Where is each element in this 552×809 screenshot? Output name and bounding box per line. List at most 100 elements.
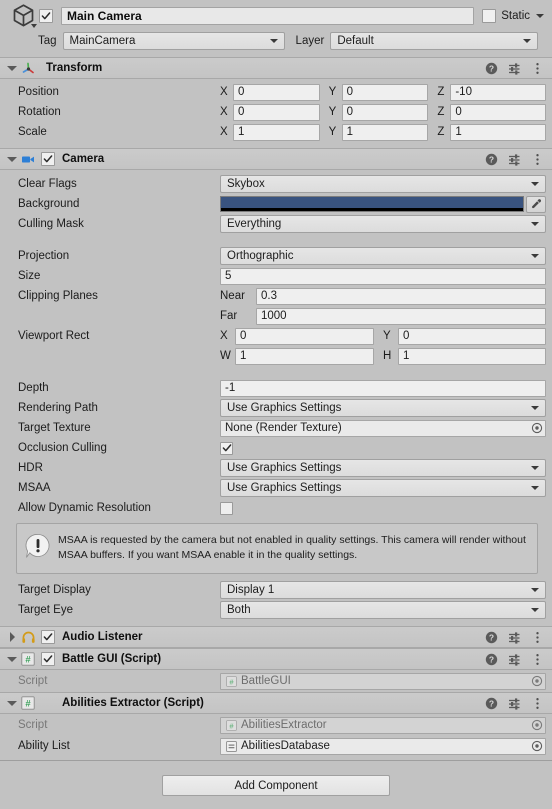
object-picker-icon[interactable] <box>530 422 543 435</box>
foldout-arrow-camera[interactable] <box>5 156 19 162</box>
size-input[interactable]: 5 <box>220 267 546 285</box>
rendering-path-dropdown[interactable]: Use Graphics Settings <box>220 399 546 417</box>
occlusion-culling-checkbox[interactable] <box>220 441 233 455</box>
abilities-script-object-field[interactable]: # AbilitiesExtractor <box>220 716 546 734</box>
projection-dropdown[interactable]: Orthographic <box>220 247 546 265</box>
scale-x-input[interactable]: 1 <box>233 123 320 141</box>
foldout-arrow-battle-gui[interactable] <box>5 656 19 662</box>
help-icon[interactable]: ? <box>484 61 498 75</box>
rotation-z-input[interactable]: 0 <box>450 103 547 121</box>
axis-z: Z <box>437 126 445 138</box>
battle-gui-script-object-field[interactable]: # BattleGUI <box>220 672 546 690</box>
rotation-y-input[interactable]: 0 <box>341 103 429 121</box>
preset-icon[interactable] <box>507 696 521 710</box>
help-icon[interactable]: ? <box>484 652 498 666</box>
gameobject-name-input[interactable]: Main Camera <box>61 6 475 25</box>
add-component-button[interactable]: Add Component <box>162 775 390 796</box>
preset-icon[interactable] <box>507 652 521 666</box>
static-checkbox[interactable] <box>482 8 497 23</box>
axis-y: Y <box>328 106 337 118</box>
row-target-display: Target Display Display 1 <box>0 580 546 600</box>
chevron-down-icon <box>531 406 539 410</box>
component-header-abilities-extractor[interactable]: # Abilities Extractor (Script) ? <box>0 692 552 714</box>
component-header-transform[interactable]: Transform ? <box>0 57 552 79</box>
foldout-arrow-abilities-extractor[interactable] <box>5 700 19 706</box>
help-icon[interactable]: ? <box>484 152 498 166</box>
clipping-far-input[interactable]: 1000 <box>256 307 546 325</box>
camera-enable-checkbox[interactable] <box>41 152 55 166</box>
background-color-swatch[interactable] <box>220 196 524 212</box>
layer-dropdown[interactable]: Default <box>330 31 539 50</box>
target-texture-object-field[interactable]: None (Render Texture) <box>220 419 546 437</box>
scale-z-input[interactable]: 1 <box>450 123 547 141</box>
axis-z: Z <box>437 106 445 118</box>
hdr-dropdown[interactable]: Use Graphics Settings <box>220 459 546 477</box>
clipping-near-input[interactable]: 0.3 <box>256 287 546 305</box>
battle-gui-script-value: BattleGUI <box>241 675 291 687</box>
viewport-x-input[interactable]: 0 <box>235 327 374 345</box>
position-z-input[interactable]: -10 <box>450 83 547 101</box>
label-far: Far <box>220 310 238 322</box>
position-x-input[interactable]: 0 <box>233 83 320 101</box>
audio-listener-enable-checkbox[interactable] <box>41 630 55 644</box>
ability-list-object-field[interactable]: AbilitiesDatabase <box>220 737 546 755</box>
target-eye-dropdown[interactable]: Both <box>220 601 546 619</box>
preset-icon[interactable] <box>507 630 521 644</box>
scale-z-value: 1 <box>455 126 462 138</box>
tag-dropdown[interactable]: MainCamera <box>62 31 285 50</box>
object-picker-icon[interactable] <box>530 675 543 688</box>
component-header-audio-listener[interactable]: Audio Listener ? <box>0 626 552 648</box>
depth-input[interactable]: -1 <box>220 379 546 397</box>
component-header-camera[interactable]: Camera ? <box>0 148 552 170</box>
object-picker-icon[interactable] <box>530 740 543 753</box>
gameobject-name-row: Main Camera Static <box>8 4 544 28</box>
eyedropper-icon[interactable] <box>526 195 546 213</box>
culling-mask-dropdown[interactable]: Everything <box>220 215 546 233</box>
msaa-dropdown[interactable]: Use Graphics Settings <box>220 479 546 497</box>
preset-icon[interactable] <box>507 152 521 166</box>
row-projection: Projection Orthographic <box>0 246 546 266</box>
component-title-audio-listener: Audio Listener <box>62 631 143 643</box>
kebab-menu-icon[interactable] <box>530 630 544 644</box>
foldout-arrow-transform[interactable] <box>5 65 19 71</box>
label-scale: Scale <box>18 126 47 138</box>
viewport-w-input[interactable]: 1 <box>235 347 374 365</box>
row-target-texture: Target Texture None (Render Texture) <box>0 418 546 438</box>
chevron-down-icon[interactable] <box>536 13 544 18</box>
battle-gui-enable-checkbox[interactable] <box>41 652 55 666</box>
rotation-x-input[interactable]: 0 <box>233 103 320 121</box>
target-display-dropdown[interactable]: Display 1 <box>220 581 546 599</box>
position-y-input[interactable]: 0 <box>341 83 429 101</box>
row-culling-mask: Culling Mask Everything <box>0 214 546 234</box>
axis-z: Z <box>437 86 445 98</box>
viewport-y-input[interactable]: 0 <box>398 327 546 345</box>
kebab-menu-icon[interactable] <box>530 61 544 75</box>
allow-dynamic-resolution-checkbox[interactable] <box>220 501 233 515</box>
help-icon[interactable]: ? <box>484 630 498 644</box>
kebab-menu-icon[interactable] <box>530 652 544 666</box>
axis-x: X <box>220 106 228 118</box>
clear-flags-dropdown[interactable]: Skybox <box>220 175 546 193</box>
foldout-arrow-audio-listener[interactable] <box>5 632 19 642</box>
row-size: Size 5 <box>0 266 546 286</box>
chevron-down-icon <box>523 38 532 43</box>
gameobject-cube-icon[interactable] <box>9 2 39 32</box>
projection-value: Orthographic <box>227 250 294 262</box>
gameobject-active-checkbox[interactable] <box>39 8 53 23</box>
scale-y-input[interactable]: 1 <box>341 123 429 141</box>
row-viewport-rect-xy: Viewport Rect X0 Y0 <box>0 326 546 346</box>
viewport-h-value: 1 <box>403 350 410 362</box>
static-toggle-group[interactable]: Static <box>482 8 544 23</box>
viewport-h-input[interactable]: 1 <box>398 347 546 365</box>
kebab-menu-icon[interactable] <box>530 696 544 710</box>
label-target-display: Target Display <box>18 584 91 596</box>
preset-icon[interactable] <box>507 61 521 75</box>
rotation-y-value: 0 <box>346 106 354 118</box>
kebab-menu-icon[interactable] <box>530 152 544 166</box>
culling-mask-value: Everything <box>227 218 282 230</box>
component-header-battle-gui[interactable]: # Battle GUI (Script) ? <box>0 648 552 670</box>
axis-h: H <box>383 350 392 362</box>
label-projection: Projection <box>18 250 70 262</box>
help-icon[interactable]: ? <box>484 696 498 710</box>
object-picker-icon[interactable] <box>530 719 543 732</box>
